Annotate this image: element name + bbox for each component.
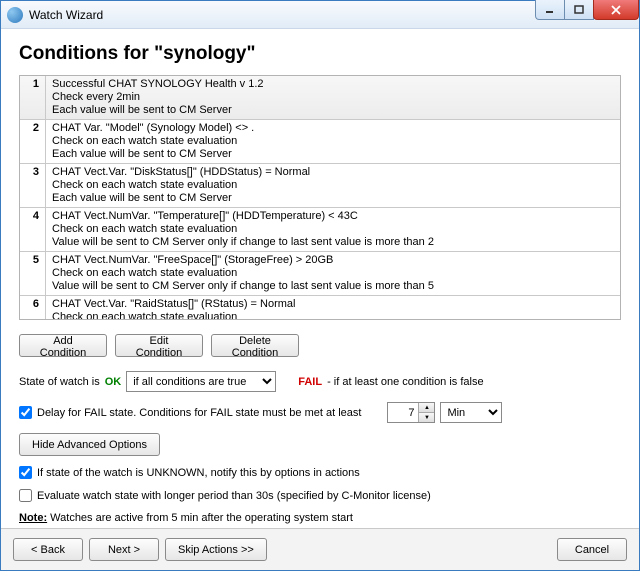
row-text: CHAT Vect.Var. "RaidStatus[]" (RStatus) … [46, 296, 620, 320]
skip-actions-button[interactable]: Skip Actions >> [165, 538, 267, 561]
state-fail-cond: - if at least one condition is false [327, 376, 484, 388]
hide-advanced-button[interactable]: Hide Advanced Options [19, 433, 160, 456]
row-text: Successful CHAT SYNOLOGY Health v 1.2Che… [46, 76, 620, 119]
delete-condition-button[interactable]: Delete Condition [211, 334, 299, 357]
delay-checkbox[interactable] [19, 406, 32, 419]
state-ok: OK [105, 376, 122, 388]
longer-period-label: Evaluate watch state with longer period … [37, 490, 431, 502]
delay-unit-select[interactable]: Min [440, 402, 502, 423]
condition-row[interactable]: 3CHAT Vect.Var. "DiskStatus[]" (HDDStatu… [20, 164, 620, 208]
delay-value-spinner[interactable]: ▲▼ [387, 402, 435, 423]
row-number: 5 [20, 252, 46, 295]
row-text: CHAT Vect.NumVar. "FreeSpace[]" (Storage… [46, 252, 620, 295]
maximize-button[interactable] [564, 0, 594, 20]
longer-period-checkbox[interactable] [19, 489, 32, 502]
app-icon [7, 7, 23, 23]
back-button[interactable]: < Back [13, 538, 83, 561]
titlebar[interactable]: Watch Wizard [1, 1, 639, 29]
page-title: Conditions for "synology" [19, 43, 621, 65]
ok-condition-select[interactable]: if all conditions are true [126, 371, 276, 392]
note: Note: Watches are active from 5 min afte… [19, 512, 621, 524]
row-text: CHAT Vect.Var. "DiskStatus[]" (HDDStatus… [46, 164, 620, 207]
minimize-button[interactable] [535, 0, 565, 20]
next-button[interactable]: Next > [89, 538, 159, 561]
state-prefix: State of watch is [19, 376, 100, 388]
spin-up-icon[interactable]: ▲ [419, 403, 434, 412]
row-text: CHAT Var. "Model" (Synology Model) <> .C… [46, 120, 620, 163]
spin-down-icon[interactable]: ▼ [419, 412, 434, 422]
cancel-button[interactable]: Cancel [557, 538, 627, 561]
condition-row[interactable]: 2CHAT Var. "Model" (Synology Model) <> .… [20, 120, 620, 164]
row-text: CHAT Vect.NumVar. "Temperature[]" (HDDTe… [46, 208, 620, 251]
watch-wizard-window: Watch Wizard Conditions for "synology" 1… [0, 0, 640, 571]
unknown-notify-checkbox[interactable] [19, 466, 32, 479]
add-condition-button[interactable]: Add Condition [19, 334, 107, 357]
unknown-notify-label: If state of the watch is UNKNOWN, notify… [37, 467, 360, 479]
delay-value-input[interactable] [388, 403, 418, 422]
state-fail: FAIL [298, 376, 322, 388]
condition-row[interactable]: 1Successful CHAT SYNOLOGY Health v 1.2Ch… [20, 76, 620, 120]
conditions-list[interactable]: 1Successful CHAT SYNOLOGY Health v 1.2Ch… [19, 75, 621, 320]
wizard-footer: < Back Next > Skip Actions >> Cancel [1, 528, 639, 570]
close-button[interactable] [593, 0, 639, 20]
condition-row[interactable]: 5CHAT Vect.NumVar. "FreeSpace[]" (Storag… [20, 252, 620, 296]
condition-row[interactable]: 6CHAT Vect.Var. "RaidStatus[]" (RStatus)… [20, 296, 620, 320]
condition-row[interactable]: 4CHAT Vect.NumVar. "Temperature[]" (HDDT… [20, 208, 620, 252]
edit-condition-button[interactable]: Edit Condition [115, 334, 203, 357]
window-title: Watch Wizard [29, 8, 103, 22]
row-number: 1 [20, 76, 46, 119]
delay-label: Delay for FAIL state. Conditions for FAI… [37, 407, 361, 419]
row-number: 2 [20, 120, 46, 163]
row-number: 4 [20, 208, 46, 251]
row-number: 3 [20, 164, 46, 207]
row-number: 6 [20, 296, 46, 320]
